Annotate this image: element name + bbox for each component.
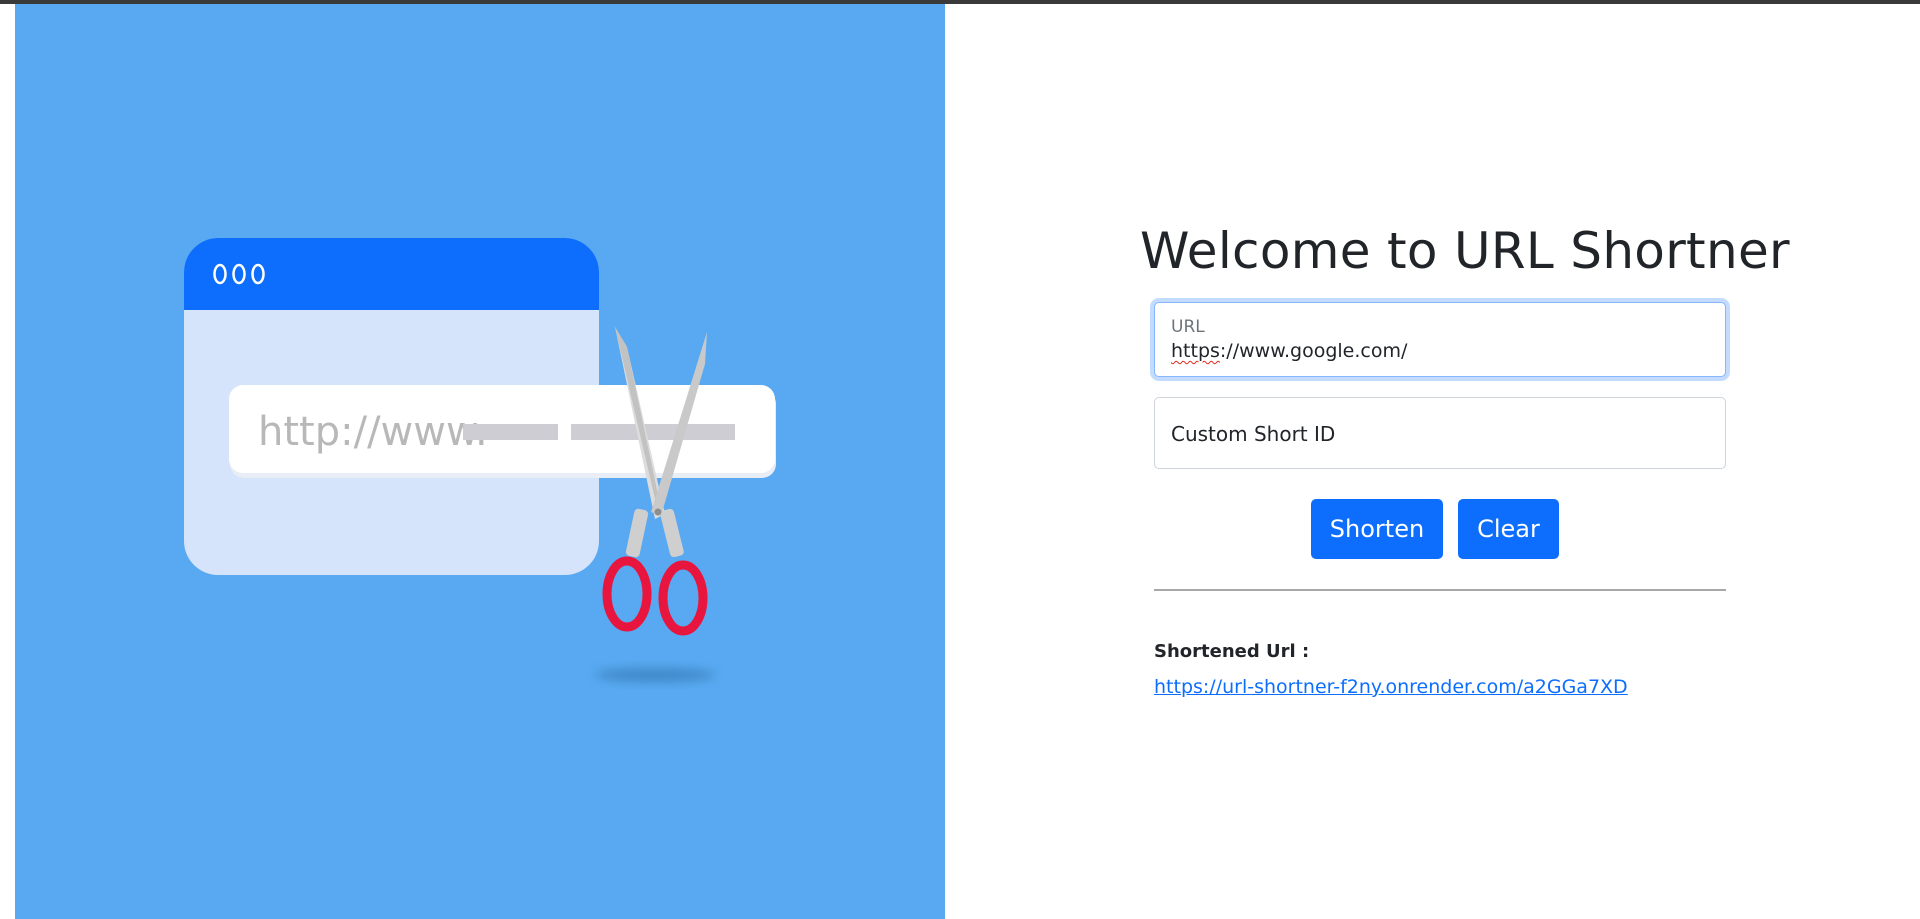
url-input[interactable]: URL https://www.google.com/ xyxy=(1154,302,1726,377)
divider xyxy=(1154,589,1726,591)
custom-short-id-input[interactable]: Custom Short ID xyxy=(1154,397,1726,469)
url-input-label: URL xyxy=(1171,317,1205,337)
page-title: Welcome to URL Shortner xyxy=(1140,222,1790,280)
url-shortener-illustration: http://www. xyxy=(184,238,776,682)
left-gutter xyxy=(0,4,15,919)
url-value-scheme: https xyxy=(1171,340,1220,362)
shortened-url-link[interactable]: https://url-shortner-f2ny.onrender.com/a… xyxy=(1154,676,1628,698)
shortened-url-label: Shortened Url : xyxy=(1154,641,1310,662)
hero-panel: http://www. xyxy=(15,4,945,919)
address-bar-text: http://www. xyxy=(258,409,488,455)
shorten-button[interactable]: Shorten xyxy=(1311,499,1443,559)
url-input-value: https://www.google.com/ xyxy=(1171,340,1407,362)
scissors-icon xyxy=(595,327,715,682)
clear-button[interactable]: Clear xyxy=(1458,499,1559,559)
url-value-rest: ://www.google.com/ xyxy=(1219,340,1408,362)
custom-short-id-placeholder: Custom Short ID xyxy=(1171,422,1336,446)
